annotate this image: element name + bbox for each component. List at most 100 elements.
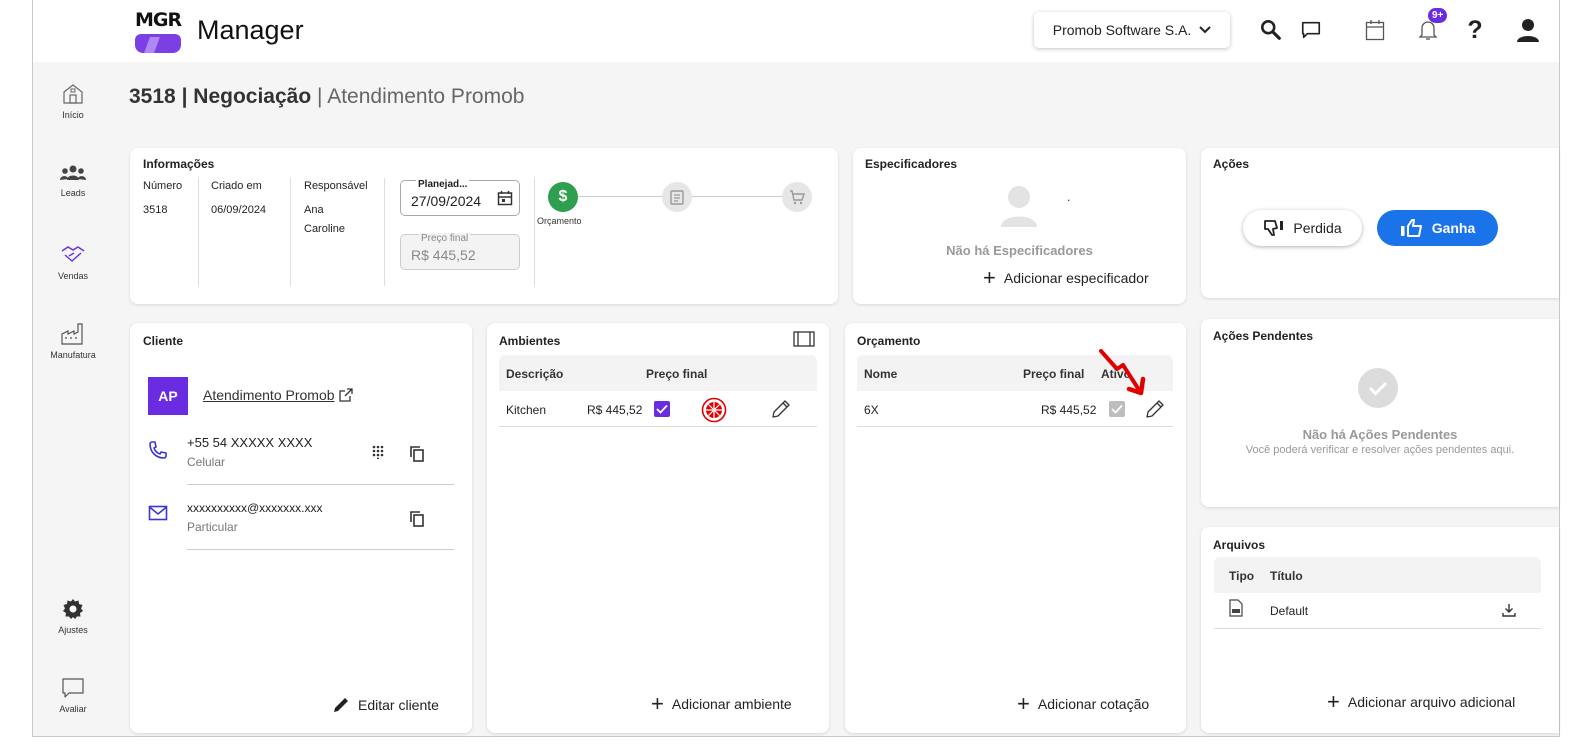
chevron-down-icon xyxy=(1199,26,1211,34)
col-tipo: Tipo xyxy=(1229,569,1255,583)
page-title: 3518 | Negociação | Atendimento Promob xyxy=(129,85,524,109)
help-icon[interactable]: ? xyxy=(1461,16,1489,44)
divider xyxy=(384,178,385,286)
client-name: Atendimento Promob xyxy=(203,387,335,403)
preco-value: R$ 445,52 xyxy=(411,247,476,263)
phone-icon xyxy=(149,441,167,459)
user-avatar-icon[interactable] xyxy=(1514,16,1542,44)
sidebar: Início Leads Vendas Manufatura Ajustes A… xyxy=(33,62,113,732)
add-file-label: Adicionar arquivo adicional xyxy=(1347,694,1516,710)
add-ambiente-button[interactable]: + Adicionar ambiente xyxy=(651,693,792,715)
add-cotacao-button[interactable]: + Adicionar cotação xyxy=(1017,691,1150,716)
email-icon xyxy=(148,505,168,521)
edit-client-label: Editar cliente xyxy=(358,697,439,713)
sidebar-item-manufatura[interactable]: Manufatura xyxy=(41,322,105,360)
info-card: Informações Número 3518 Criado em 06/09/… xyxy=(130,148,838,304)
add-ambiente-label: Adicionar ambiente xyxy=(671,696,792,712)
sidebar-label: Vendas xyxy=(57,271,89,281)
step-orcamento-label: Orçamento xyxy=(537,216,582,226)
add-file-button[interactable]: + Adicionar arquivo adicional xyxy=(1327,689,1516,714)
client-initials: AP xyxy=(158,388,178,404)
title-separator-1: | xyxy=(181,85,188,108)
columns-icon[interactable] xyxy=(793,331,815,347)
factory-icon xyxy=(61,323,83,345)
col-responsavel: Responsável xyxy=(304,180,368,192)
divider xyxy=(198,178,199,286)
copy-icon[interactable] xyxy=(410,511,424,527)
copy-icon[interactable] xyxy=(410,446,424,462)
ambiente-checkbox[interactable] xyxy=(654,401,670,417)
client-name-link[interactable]: Atendimento Promob xyxy=(203,387,353,403)
lost-button[interactable]: Perdida xyxy=(1243,210,1362,246)
col-criado: Criado em xyxy=(211,180,262,192)
step-document-icon[interactable] xyxy=(662,182,692,212)
files-table-header: Tipo Título xyxy=(1214,557,1541,593)
feedback-icon xyxy=(62,678,84,698)
gear-icon xyxy=(63,599,83,619)
search-icon[interactable] xyxy=(1257,16,1285,44)
ambientes-title: Ambientes xyxy=(499,334,561,348)
logo-mark xyxy=(135,34,181,53)
specifiers-card: Especificadores . Não há Especificadores… xyxy=(853,148,1186,304)
handshake-icon xyxy=(61,246,85,262)
sidebar-label: Manufatura xyxy=(50,350,96,360)
specifiers-title: Especificadores xyxy=(865,157,958,171)
thumbs-up-icon xyxy=(1400,219,1422,237)
edit-client-button[interactable]: Editar cliente xyxy=(332,696,439,714)
ambientes-table-header: Descrição Preço final xyxy=(499,355,817,391)
company-selector[interactable]: Promob Software S.A. xyxy=(1034,12,1230,48)
plus-icon: + xyxy=(1017,691,1030,716)
table-row[interactable]: Default xyxy=(1214,593,1541,629)
external-link-icon xyxy=(338,388,353,402)
orcamento-title: Orçamento xyxy=(857,334,921,348)
orcamento-nome: 6X xyxy=(864,403,879,417)
numero-value: 3518 xyxy=(143,204,168,216)
sidebar-item-avaliar[interactable]: Avaliar xyxy=(41,676,105,714)
add-cotacao-label: Adicionar cotação xyxy=(1037,696,1150,712)
add-specifier-button[interactable]: + Adicionar especificador xyxy=(983,265,1149,290)
sidebar-item-ajustes[interactable]: Ajustes xyxy=(41,597,105,635)
logo-text: MGR xyxy=(135,9,182,31)
step-cart-icon[interactable] xyxy=(782,182,812,212)
ambiente-preco: R$ 445,52 xyxy=(587,403,643,417)
table-row[interactable]: Kitchen R$ 445,52 xyxy=(499,391,817,427)
won-button[interactable]: Ganha xyxy=(1377,210,1498,246)
pending-actions-card: Ações Pendentes Não há Ações Pendentes V… xyxy=(1201,319,1559,507)
planejado-date-field[interactable]: Planejad... 27/09/2024 xyxy=(400,179,520,216)
plus-icon: + xyxy=(983,265,996,290)
app-frame: MGR Manager Promob Software S.A. 9+ ? In… xyxy=(32,0,1560,737)
client-avatar: AP xyxy=(148,377,188,415)
step-connector xyxy=(578,196,662,197)
check-circle-icon xyxy=(1358,368,1398,408)
arrow-annotation-icon xyxy=(1099,349,1146,396)
divider xyxy=(290,178,291,286)
download-icon[interactable] xyxy=(1502,603,1516,617)
promob-render-icon[interactable] xyxy=(701,397,727,423)
file-title: Default xyxy=(1270,604,1309,618)
client-email-type: Particular xyxy=(187,520,238,534)
sidebar-label: Leads xyxy=(60,188,86,198)
calendar-icon[interactable] xyxy=(1361,16,1389,44)
sidebar-label: Ajustes xyxy=(58,625,88,635)
won-label: Ganha xyxy=(1431,220,1476,236)
step-orcamento-icon[interactable]: $ xyxy=(548,182,578,212)
client-title: Cliente xyxy=(143,334,184,348)
actions-title: Ações xyxy=(1213,157,1250,171)
app-logo[interactable]: MGR xyxy=(133,9,183,53)
lost-label: Perdida xyxy=(1293,220,1342,236)
calendar-icon[interactable] xyxy=(497,190,513,206)
notifications-icon[interactable]: 9+ xyxy=(1414,8,1448,44)
sidebar-item-leads[interactable]: Leads xyxy=(41,164,105,198)
plus-icon: + xyxy=(1327,689,1340,714)
planejado-value: 27/09/2024 xyxy=(411,193,482,209)
sidebar-item-vendas[interactable]: Vendas xyxy=(41,243,105,281)
dialpad-icon[interactable] xyxy=(372,445,384,459)
sidebar-item-inicio[interactable]: Início xyxy=(41,82,105,120)
chat-icon[interactable] xyxy=(1297,16,1325,44)
client-card: Cliente AP Atendimento Promob +55 54 XXX… xyxy=(130,323,472,733)
files-title: Arquivos xyxy=(1213,538,1266,552)
home-icon xyxy=(63,84,83,104)
pencil-icon[interactable] xyxy=(771,399,791,419)
check-icon xyxy=(656,404,668,414)
company-name: Promob Software S.A. xyxy=(1052,22,1192,38)
